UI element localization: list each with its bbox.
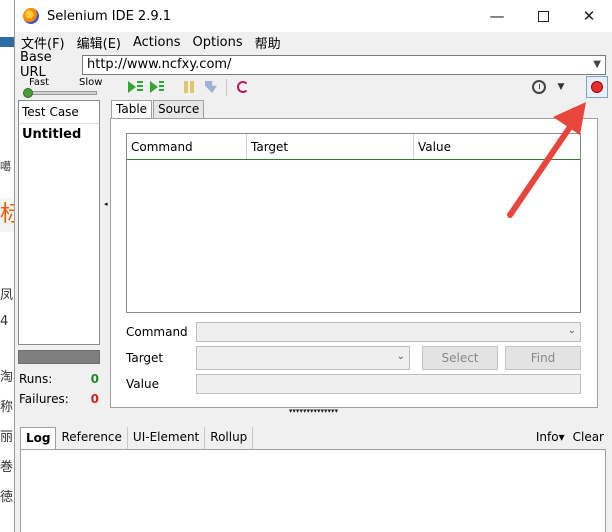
- annotation-arrow-icon: [507, 102, 586, 218]
- annotation-arrow-shaft: [507, 121, 575, 218]
